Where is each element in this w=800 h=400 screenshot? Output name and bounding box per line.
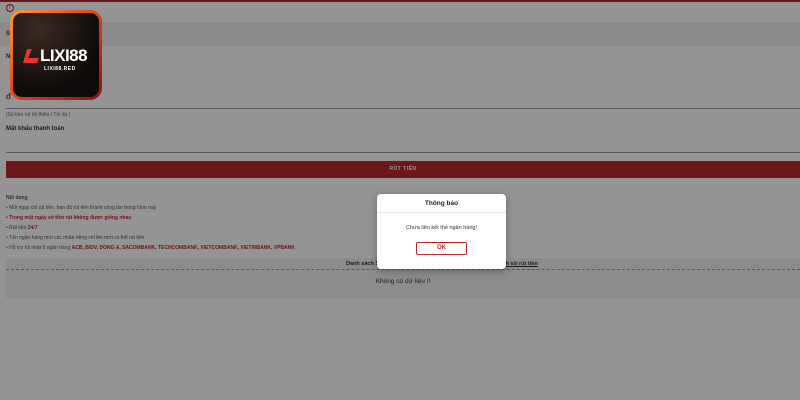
modal-message: Chưa liên kết thẻ ngân hàng!: [406, 225, 477, 231]
logo-text: LIXI88: [40, 46, 88, 65]
notification-modal: Thông báo Chưa liên kết thẻ ngân hàng! O…: [377, 194, 506, 269]
modal-title: Thông báo: [424, 200, 459, 207]
logo-subtext: LIXI88.RED: [44, 66, 76, 72]
modal-divider: [377, 212, 506, 213]
ok-button[interactable]: OK: [416, 242, 467, 255]
logo-mark-icon: [23, 49, 39, 63]
lixi88-logo: LIXI88 LIXI88.RED: [10, 10, 102, 100]
